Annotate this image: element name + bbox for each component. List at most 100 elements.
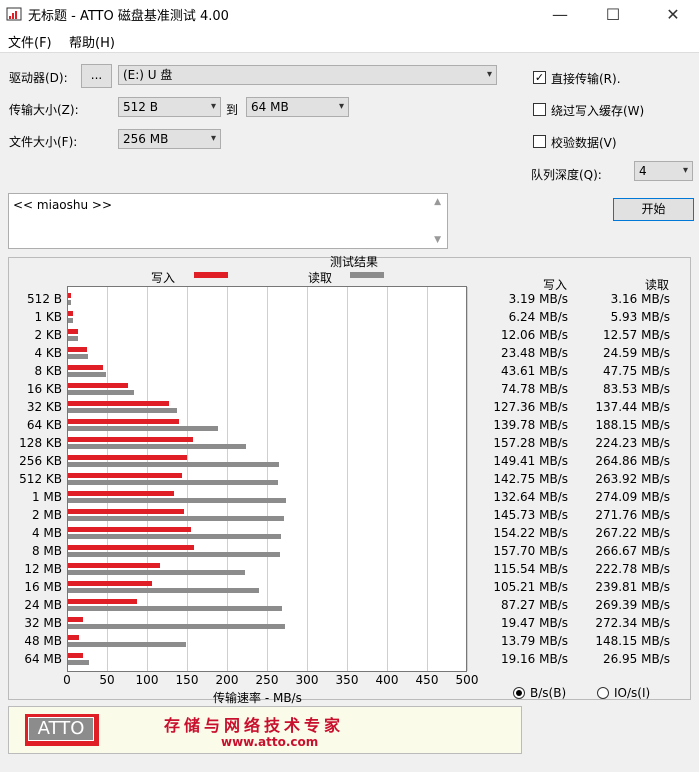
grid-line (467, 287, 468, 671)
file-size-value: 256 MB (123, 132, 169, 146)
read-value-label: 137.44 MB/s (595, 400, 670, 414)
write-bar (68, 545, 194, 550)
write-bar (68, 437, 194, 442)
write-bar (68, 509, 184, 514)
read-bar (68, 480, 279, 485)
file-size-select[interactable]: 256 MB ▾ (118, 129, 221, 149)
write-bar (68, 383, 128, 388)
read-value-label: 264.86 MB/s (595, 454, 670, 468)
menu-bar: 文件(F) 帮助(H) (0, 28, 699, 53)
read-value-label: 274.09 MB/s (595, 490, 670, 504)
close-button[interactable]: ✕ (650, 0, 696, 28)
transfer-to-select[interactable]: 64 MB ▾ (246, 97, 349, 117)
write-value-label: 149.41 MB/s (493, 454, 568, 468)
write-value-label: 13.79 MB/s (500, 634, 568, 648)
banner-slogan: 存储与网络技术专家 (164, 716, 345, 735)
category-label: 8 KB (34, 364, 62, 378)
read-bar (68, 624, 285, 629)
category-label: 16 KB (26, 382, 62, 396)
notes-text: << miaoshu >> (13, 198, 113, 212)
read-bar (68, 318, 73, 323)
direct-io-checkbox[interactable]: ✓ (533, 71, 546, 84)
read-bar (68, 588, 259, 593)
maximize-icon: ☐ (605, 4, 621, 24)
read-value-label: 5.93 MB/s (610, 310, 670, 324)
x-tick-label: 500 (455, 673, 479, 687)
grid-line (427, 287, 428, 671)
start-button[interactable]: 开始 (613, 198, 694, 221)
read-bar (68, 300, 71, 305)
transfer-from-select[interactable]: 512 B ▾ (118, 97, 221, 117)
title-bar: 无标题 - ATTO 磁盘基准测试 4.00 — ☐ ✕ (0, 0, 699, 28)
read-bar (68, 336, 78, 341)
category-label: 2 KB (34, 328, 62, 342)
write-value-label: 157.70 MB/s (493, 544, 568, 558)
category-label: 512 B (27, 292, 62, 306)
category-label: 256 KB (19, 454, 62, 468)
menu-help[interactable]: 帮助(H) (69, 32, 115, 51)
chevron-down-icon: ▾ (210, 133, 216, 144)
category-label: 4 KB (34, 346, 62, 360)
minimize-button[interactable]: — (537, 0, 583, 28)
write-value-label: 127.36 MB/s (493, 400, 568, 414)
write-bar (68, 635, 79, 640)
notes-textarea[interactable]: << miaoshu >> ▲ ▼ (8, 193, 448, 249)
menu-file[interactable]: 文件(F) (8, 32, 52, 51)
grid-line (107, 287, 108, 671)
unit-io-label: IO/s(I) (614, 686, 651, 700)
bypass-cache-checkbox[interactable] (533, 103, 546, 116)
category-label: 48 MB (24, 634, 62, 648)
scroll-down-icon[interactable]: ▼ (434, 235, 441, 245)
read-bar (68, 390, 135, 395)
read-value-label: 24.59 MB/s (602, 346, 670, 360)
scroll-up-icon[interactable]: ▲ (434, 197, 441, 207)
read-bar (68, 660, 90, 665)
chevron-down-icon: ▾ (486, 69, 492, 80)
queue-depth-label: 队列深度(Q): (531, 168, 602, 182)
category-label: 1 MB (31, 490, 62, 504)
queue-depth-select[interactable]: 4 ▾ (634, 161, 693, 181)
read-value-label: 266.67 MB/s (595, 544, 670, 558)
maximize-button[interactable]: ☐ (590, 0, 636, 28)
x-axis-label: 传输速率 - MB/s (213, 691, 302, 705)
write-value-label: 115.54 MB/s (493, 562, 568, 576)
unit-io-radio[interactable] (597, 687, 609, 699)
verify-data-label: 校验数据(V) (551, 136, 617, 150)
drive-select[interactable]: (E:) U 盘 ▾ (118, 65, 497, 85)
write-value-label: 132.64 MB/s (493, 490, 568, 504)
read-bar (68, 570, 246, 575)
atto-banner[interactable]: ATTO 存储与网络技术专家 www.atto.com (8, 706, 522, 754)
read-value-label: 47.75 MB/s (602, 364, 670, 378)
write-bar (68, 581, 152, 586)
atto-logo-text: ATTO (28, 717, 94, 741)
banner-url[interactable]: www.atto.com (221, 735, 318, 749)
write-bar (68, 401, 170, 406)
read-bar (68, 606, 283, 611)
read-value-label: 12.57 MB/s (602, 328, 670, 342)
verify-data-checkbox[interactable] (533, 135, 546, 148)
write-value-label: 105.21 MB/s (493, 580, 568, 594)
drive-label: 驱动器(D): (9, 71, 68, 85)
write-value-label: 157.28 MB/s (493, 436, 568, 450)
read-bar (68, 462, 279, 467)
transfer-to-label: 到 (226, 103, 239, 117)
category-label: 2 MB (31, 508, 62, 522)
write-value-label: 3.19 MB/s (508, 292, 568, 306)
read-value-label: 269.39 MB/s (595, 598, 670, 612)
write-bar (68, 491, 174, 496)
unit-bytes-radio[interactable] (513, 687, 525, 699)
category-label: 32 MB (24, 616, 62, 630)
write-value-label: 6.24 MB/s (508, 310, 568, 324)
read-bar (68, 408, 178, 413)
grid-line (227, 287, 228, 671)
write-value-label: 43.61 MB/s (500, 364, 568, 378)
browse-button[interactable]: ... (81, 64, 112, 88)
write-bar (68, 653, 84, 658)
file-size-label: 文件大小(F): (9, 135, 78, 149)
read-bar (68, 552, 281, 557)
direct-io-label: 直接传输(R). (551, 72, 621, 86)
category-label: 32 KB (26, 400, 62, 414)
x-tick-label: 200 (215, 673, 239, 687)
transfer-to-value: 64 MB (251, 100, 289, 114)
grid-line (307, 287, 308, 671)
